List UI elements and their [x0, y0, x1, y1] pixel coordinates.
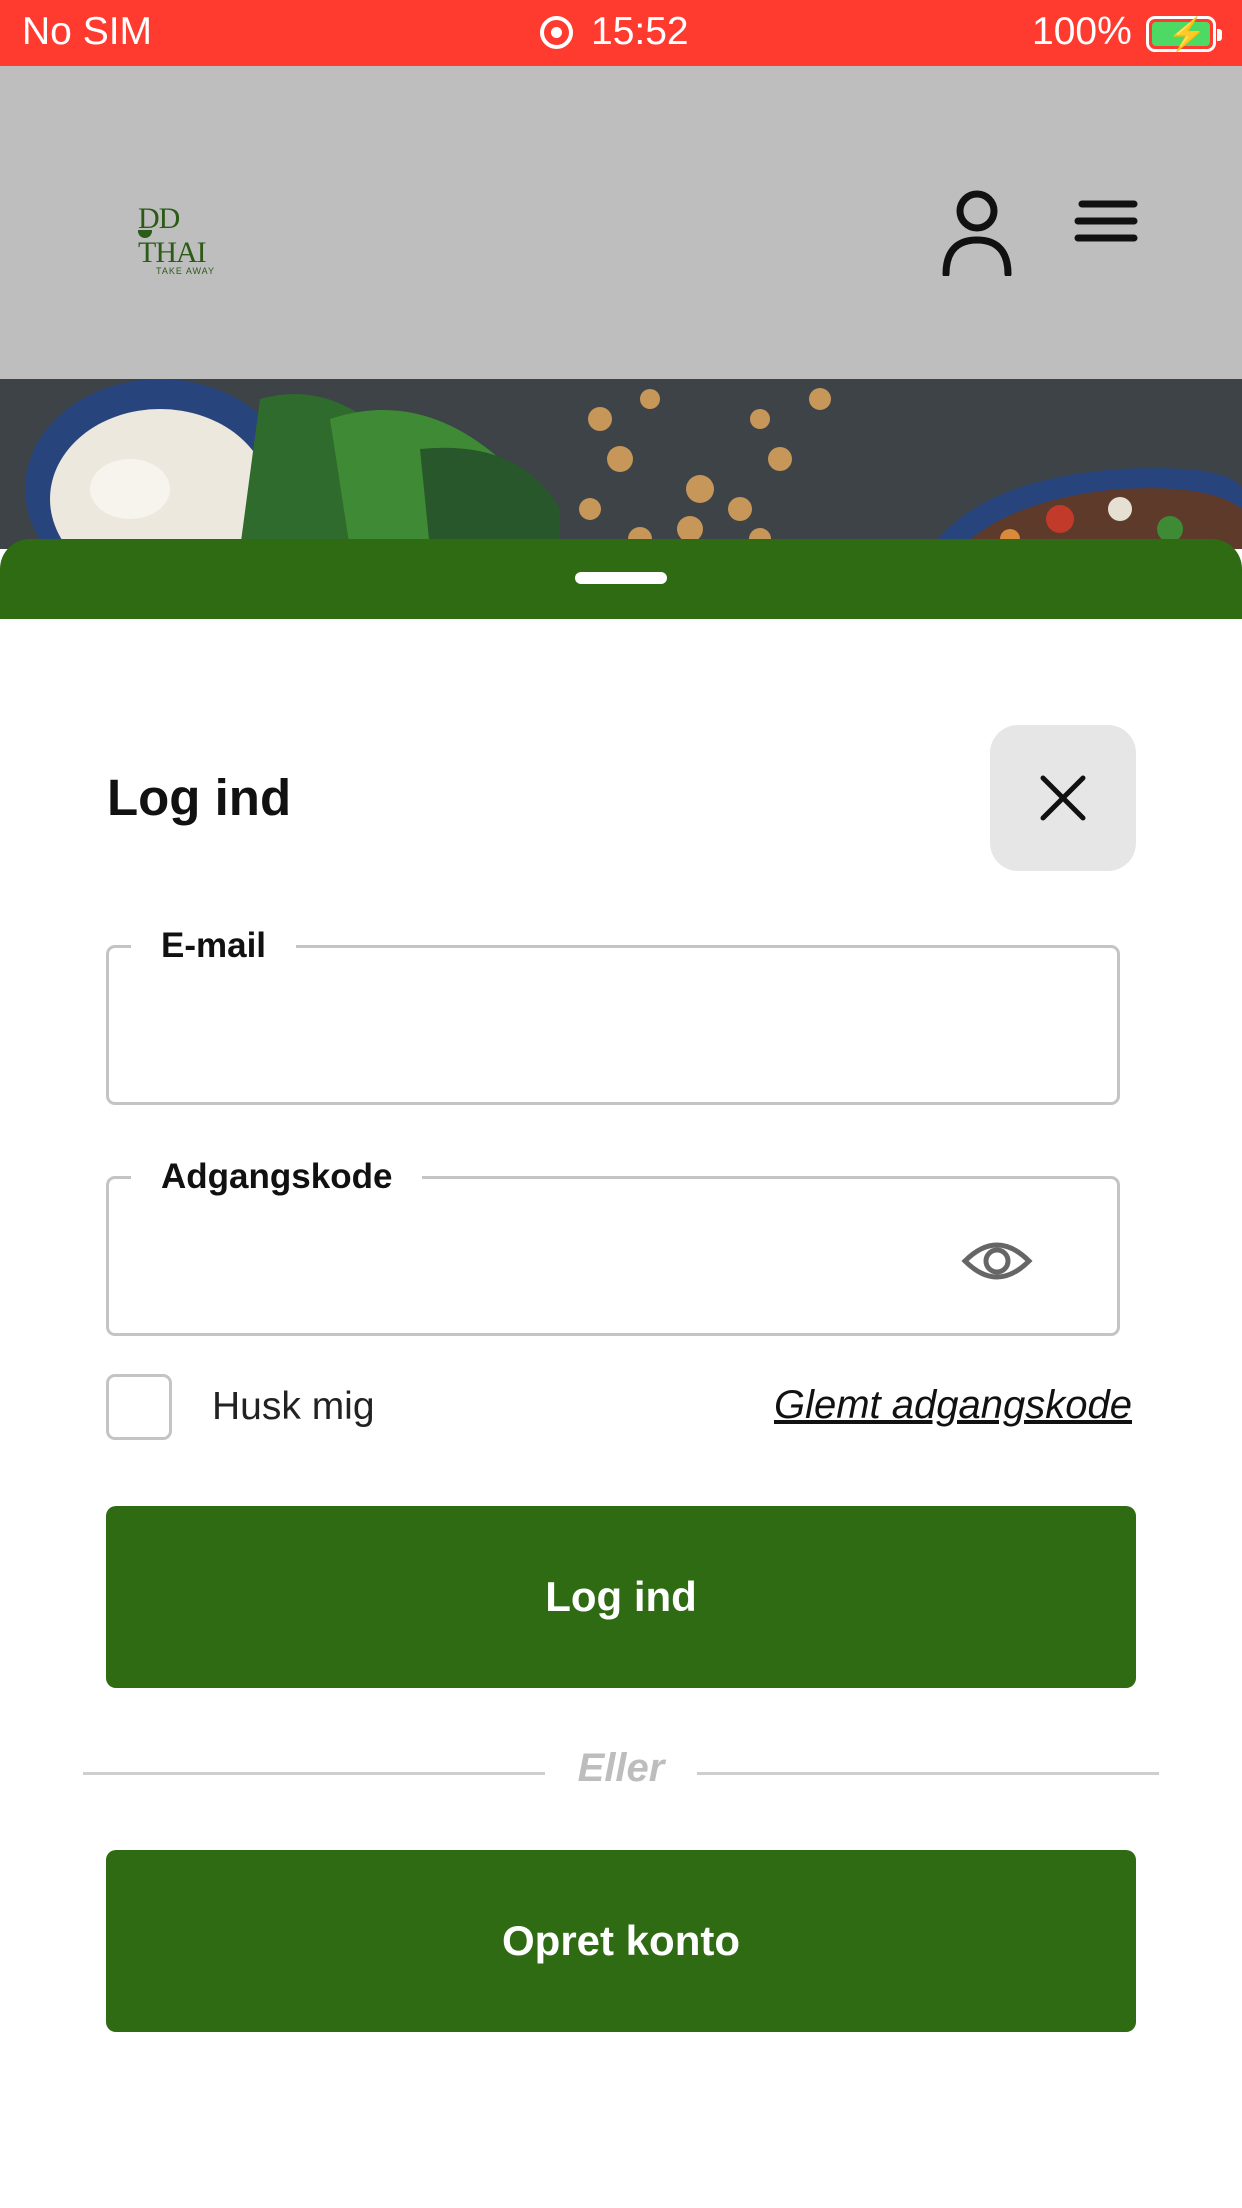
screen-recording-icon: [540, 15, 573, 49]
clock-time: 15:52: [591, 10, 689, 53]
app-header: DD THAI TAKE AWAY: [0, 66, 1242, 379]
remember-me: Husk mig: [106, 1374, 375, 1440]
password-label: Adgangskode: [131, 1157, 423, 1197]
charging-bolt-icon: ⚡: [1167, 16, 1207, 52]
battery-percentage: 100%: [1032, 10, 1132, 53]
login-button[interactable]: Log ind: [106, 1506, 1136, 1688]
divider-label: Eller: [577, 1746, 665, 1790]
sheet-drag-handle[interactable]: [575, 572, 667, 584]
clock: 15:52: [540, 10, 689, 54]
forgot-password-link[interactable]: Glemt adgangskode: [774, 1383, 1132, 1428]
logo[interactable]: DD THAI TAKE AWAY: [138, 202, 238, 276]
toggle-password-visibility-button[interactable]: [961, 1235, 1033, 1287]
menu-button[interactable]: [1074, 196, 1142, 264]
email-input[interactable]: [139, 988, 979, 1058]
account-button[interactable]: [940, 186, 1014, 278]
user-icon: [942, 190, 1012, 278]
remember-me-label[interactable]: Husk mig: [212, 1385, 375, 1429]
hamburger-menu-icon: [1074, 200, 1138, 242]
carrier-label: No SIM: [22, 10, 153, 53]
login-button-label: Log ind: [545, 1573, 697, 1620]
password-field: Adgangskode: [106, 1157, 1120, 1336]
create-account-label: Opret konto: [502, 1917, 740, 1964]
email-field: E-mail: [106, 926, 1120, 1105]
or-divider: Eller: [83, 1746, 1159, 1790]
hero-image: [0, 379, 1242, 549]
eye-icon: [961, 1242, 1033, 1280]
remember-me-checkbox[interactable]: [106, 1374, 172, 1440]
battery-icon: ⚡: [1146, 16, 1222, 52]
password-input[interactable]: [139, 1219, 979, 1289]
email-label: E-mail: [131, 926, 297, 966]
status-bar: No SIM 15:52 100% ⚡: [0, 0, 1242, 66]
logo-name: DD THAI: [138, 202, 207, 269]
logo-tagline: TAKE AWAY: [156, 266, 216, 276]
close-icon: [1040, 775, 1086, 821]
page-title: Log ind: [107, 769, 292, 826]
create-account-button[interactable]: Opret konto: [106, 1850, 1136, 2032]
close-button[interactable]: [990, 725, 1136, 871]
